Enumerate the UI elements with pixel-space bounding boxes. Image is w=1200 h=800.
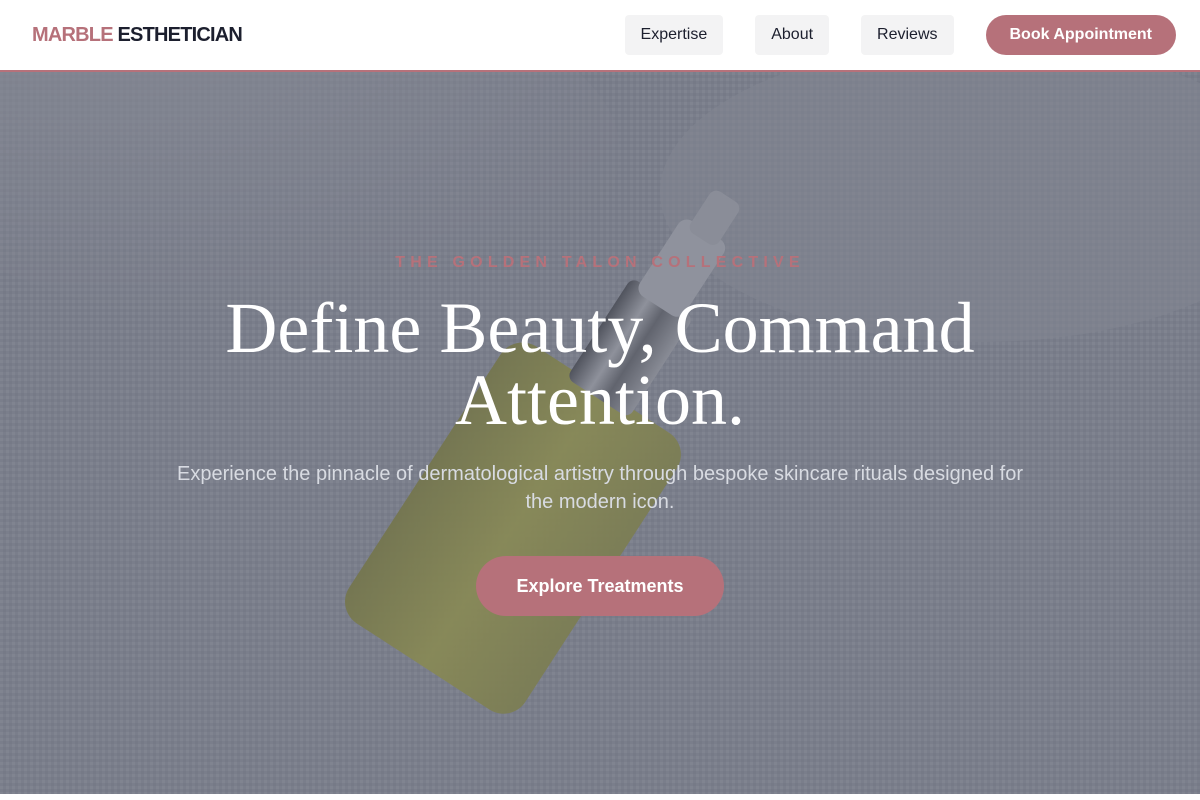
nav-link-expertise[interactable]: Expertise — [624, 15, 724, 55]
site-header: MARBLE ESTHETICIAN Expertise About Revie… — [0, 0, 1200, 72]
brand-accent-text: MARBLE — [32, 23, 114, 46]
nav-link-reviews[interactable]: Reviews — [861, 15, 954, 55]
brand-logo[interactable]: MARBLE ESTHETICIAN — [32, 23, 243, 47]
hero-section: THE GOLDEN TALON COLLECTIVE Define Beaut… — [0, 72, 1200, 794]
brand-main-text: ESTHETICIAN — [117, 23, 243, 46]
hero-subheadline: Experience the pinnacle of dermatologica… — [176, 463, 1024, 513]
hero-content: THE GOLDEN TALON COLLECTIVE Define Beaut… — [0, 72, 1200, 794]
main-nav: Expertise About Reviews Book Appointment — [624, 15, 1176, 55]
book-appointment-button[interactable]: Book Appointment — [985, 15, 1176, 55]
page-bottom-edge — [0, 794, 1200, 800]
hero-headline: Define Beauty, Command Attention. — [225, 288, 975, 440]
nav-link-about[interactable]: About — [755, 15, 830, 55]
explore-treatments-button[interactable]: Explore Treatments — [476, 556, 724, 616]
hero-eyebrow: THE GOLDEN TALON COLLECTIVE — [395, 254, 805, 271]
